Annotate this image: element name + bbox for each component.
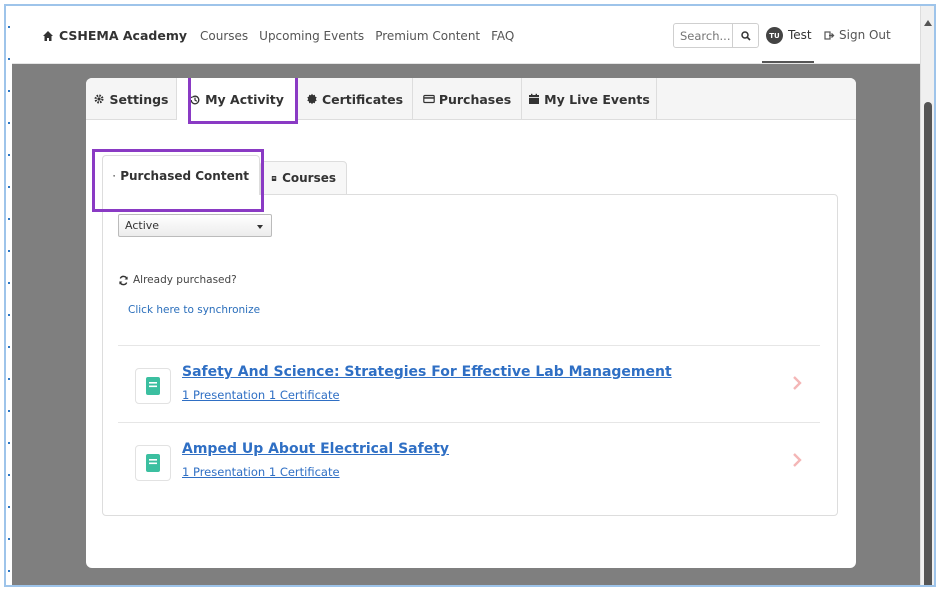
nav-links: Courses Upcoming Events Premium Content … [200, 29, 514, 43]
home-icon [43, 30, 53, 41]
certificate-icon [307, 93, 317, 105]
account-card: Settings My Activity Certificates Purcha… [86, 78, 856, 568]
gear-icon [94, 94, 104, 104]
scroll-thumb[interactable] [924, 102, 932, 585]
sign-out-link[interactable]: Sign Out [824, 28, 891, 42]
brand-name: CSHEMA Academy [59, 28, 187, 43]
scroll-up-arrow-icon[interactable] [924, 20, 932, 26]
cart-icon [113, 174, 116, 177]
sign-out-icon [824, 30, 835, 40]
book-icon [271, 175, 277, 181]
user-avatar[interactable]: TU [766, 27, 783, 44]
subtab-courses[interactable]: Courses [260, 161, 347, 195]
already-purchased-label: Already purchased? [133, 274, 237, 286]
item-title-link[interactable]: Safety And Science: Strategies For Effec… [182, 364, 672, 380]
caret-down-icon [257, 225, 263, 229]
subtab-courses-label: Courses [282, 171, 336, 185]
subtab-purchased-content-label: Purchased Content [120, 168, 249, 183]
chevron-right-icon[interactable] [792, 452, 802, 468]
search-input[interactable] [674, 24, 732, 47]
nav-link-courses[interactable]: Courses [200, 29, 248, 43]
top-navbar: CSHEMA Academy Courses Upcoming Events P… [12, 6, 924, 64]
purchased-item-row[interactable]: Safety And Science: Strategies For Effec… [118, 345, 820, 421]
brand-link[interactable]: CSHEMA Academy [42, 28, 187, 43]
account-tabs: Settings My Activity Certificates Purcha… [86, 78, 856, 121]
tab-my-live-events[interactable]: My Live Events [522, 78, 657, 120]
tab-certificates-label: Certificates [321, 91, 404, 107]
credit-card-icon [423, 94, 435, 104]
nav-link-faq[interactable]: FAQ [491, 29, 514, 43]
tab-my-activity-label: My Activity [205, 92, 284, 107]
item-meta-link[interactable]: 1 Presentation 1 Certificate [182, 465, 340, 479]
chevron-right-icon[interactable] [792, 375, 802, 391]
already-purchased: Already purchased? [118, 274, 237, 286]
item-title-link[interactable]: Amped Up About Electrical Safety [182, 441, 449, 457]
user-name[interactable]: Test [788, 28, 812, 42]
calendar-icon [529, 93, 540, 104]
history-icon [190, 95, 200, 104]
tab-my-live-events-label: My Live Events [544, 91, 650, 107]
status-filter-select[interactable]: Active [118, 214, 272, 237]
tab-purchases-label: Purchases [438, 91, 512, 107]
left-dotted-guide [6, 6, 12, 585]
tab-purchases[interactable]: Purchases [413, 78, 522, 120]
nav-link-premium-content[interactable]: Premium Content [375, 29, 480, 43]
user-menu-underline [762, 61, 814, 63]
status-filter-value: Active [125, 219, 160, 232]
search-box [673, 23, 759, 48]
item-meta-link[interactable]: 1 Presentation 1 Certificate [182, 388, 340, 402]
book-icon [135, 445, 171, 481]
tab-settings[interactable]: Settings [86, 78, 177, 120]
tab-my-activity[interactable]: My Activity [177, 78, 297, 121]
search-icon [740, 30, 751, 41]
nav-link-upcoming-events[interactable]: Upcoming Events [259, 29, 364, 43]
refresh-icon [119, 275, 128, 285]
page-scrollbar[interactable] [920, 6, 934, 585]
subtab-purchased-content[interactable]: Purchased Content [102, 155, 260, 195]
book-icon [135, 368, 171, 404]
tab-certificates[interactable]: Certificates [297, 78, 413, 120]
tab-settings-label: Settings [109, 91, 169, 107]
purchased-item-row[interactable]: Amped Up About Electrical Safety 1 Prese… [118, 422, 820, 498]
synchronize-link[interactable]: Click here to synchronize [128, 304, 260, 316]
search-button[interactable] [732, 24, 758, 47]
sign-out-label: Sign Out [839, 28, 891, 42]
browser-frame: CSHEMA Academy Courses Upcoming Events P… [4, 4, 936, 587]
